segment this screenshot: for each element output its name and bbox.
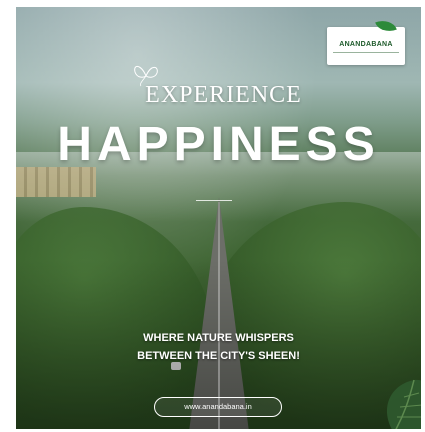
hero-banner: ANANDABANA EXPERIENCE HAPPINESS WHERE NA… xyxy=(16,7,421,429)
tagline: WHERE NATURE WHISPERS BETWEEN THE CITY'S… xyxy=(16,329,421,365)
tagline-line-1: WHERE NATURE WHISPERS xyxy=(143,332,294,344)
leaf-icon xyxy=(375,16,397,36)
brand-logo[interactable]: ANANDABANA xyxy=(327,16,405,65)
website-link[interactable]: www.anandabana.in xyxy=(154,397,282,417)
tagline-line-2: BETWEEN THE CITY'S SHEEN! xyxy=(137,350,300,362)
monstera-leaf-icon xyxy=(386,379,421,429)
logo-underline xyxy=(333,52,399,53)
divider xyxy=(196,200,232,201)
brand-name: ANANDABANA xyxy=(339,41,393,48)
headline-kicker: EXPERIENCE xyxy=(145,82,302,108)
headline-main: HAPPINESS xyxy=(57,118,380,171)
